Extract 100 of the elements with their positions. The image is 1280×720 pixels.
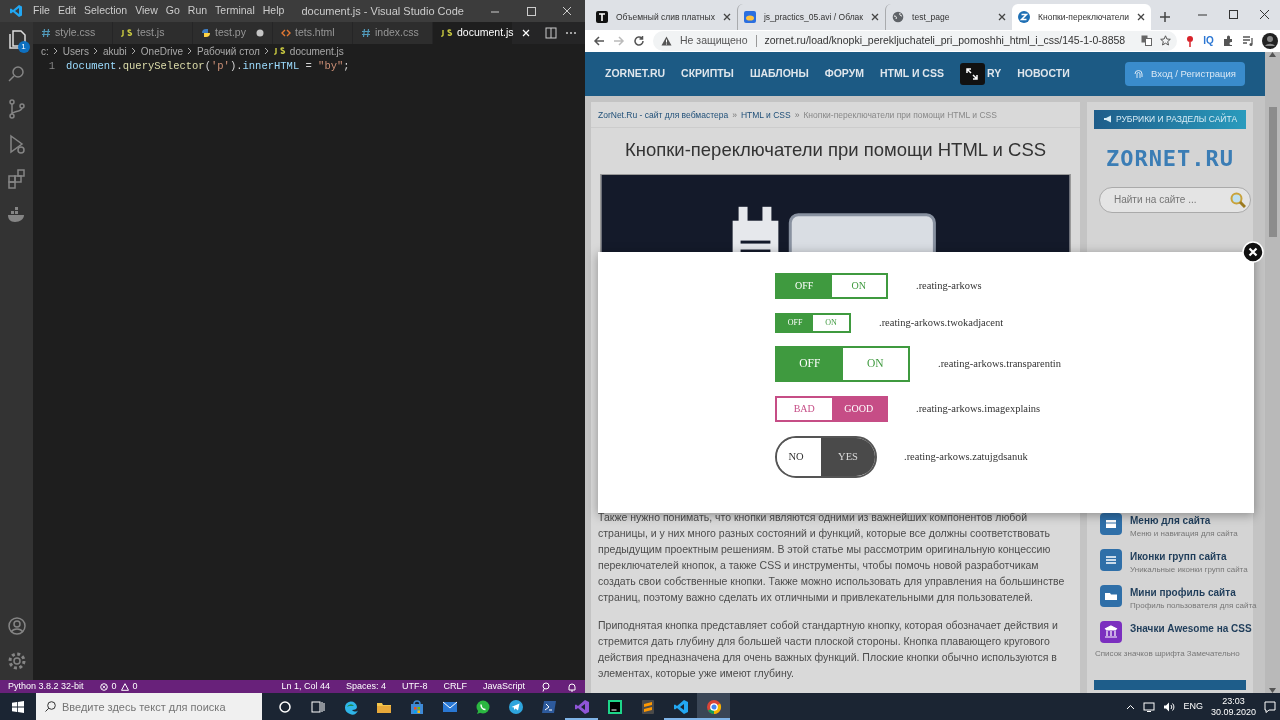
toggle-switch[interactable]: OFF ON [775,312,851,333]
editor-tab[interactable]: index.css [353,22,433,44]
breadcrumb-item[interactable]: akubi [102,43,127,59]
scrollbar-thumb[interactable] [1268,106,1277,237]
language-indicator[interactable]: ENG [1183,699,1203,714]
toggle-switch[interactable]: OFF ON [775,345,910,382]
close-icon[interactable] [1137,13,1145,21]
extensions-icon[interactable] [5,168,28,190]
toggle-switch[interactable]: OFF ON [775,272,888,299]
bell-icon[interactable] [567,681,577,692]
avatar-icon[interactable] [1261,32,1278,49]
nav-link[interactable]: ФОРУМ [824,65,864,82]
sidebar-link[interactable]: Иконки групп сайта [1130,548,1248,564]
toggle-switch[interactable]: BAD GOOD [775,395,888,422]
sidebar-link[interactable]: Мини профиль сайта [1130,584,1257,600]
browser-tab[interactable]: Кнопки-переключатели [1012,4,1151,30]
circle-icon [276,698,293,715]
search-icon[interactable] [1230,191,1246,208]
editor-tab[interactable]: tets.html [273,22,353,44]
chevron-up-icon[interactable] [1126,703,1136,710]
address-bar[interactable]: Не защищено zornet.ru/load/knopki_perekljuchateli_pri_pomoshhi_html_i_css/145-1-0-8858 [653,30,1178,51]
account-icon[interactable] [5,615,28,637]
breadcrumb-item[interactable]: document.js [289,43,344,59]
back-icon[interactable] [593,34,605,47]
site-logo-icon [1018,11,1031,23]
clock[interactable]: 23:03 30.09.2020 [1210,695,1256,718]
status-item[interactable]: Spaces: 4 [345,679,386,693]
nav-link[interactable]: СКРИПТЫ [681,65,734,82]
folder-icon[interactable] [1100,584,1122,607]
error-icon [99,682,108,691]
close-icon[interactable] [871,13,880,21]
reload-icon[interactable] [633,34,645,47]
menu-item[interactable]: Run [183,3,212,19]
close-icon[interactable] [1259,9,1270,20]
megaphone-icon [1102,115,1112,123]
fullscreen-button[interactable] [959,62,985,85]
breadcrumb-item[interactable]: Users [62,43,89,59]
card-icon[interactable] [1100,512,1122,535]
menu-item[interactable]: Terminal [211,3,259,19]
columns-icon[interactable] [1100,620,1122,643]
new-tab-icon[interactable] [1159,11,1171,23]
menu-item[interactable]: Edit [53,3,80,19]
chevron-icon [92,47,99,55]
extension-button[interactable]: IQ [1203,33,1214,49]
problems-status[interactable]: 0 0 [99,679,138,693]
translate-icon[interactable] [1141,35,1153,47]
unsaved-dot-icon [256,29,264,37]
close-icon[interactable] [561,5,573,17]
notification-icon[interactable] [1264,700,1276,713]
sidebar-link[interactable]: Значки Awesome на CSS [1130,620,1252,636]
line-number: 1 [47,59,56,73]
search-field[interactable]: Найти на сайте ... [1099,186,1251,213]
section-header: РУБРИКИ И РАЗДЕЛЫ САЙТА [1094,109,1246,129]
browser-tab[interactable]: Объемный слив платных [590,4,737,30]
feedback-icon[interactable] [541,681,551,692]
star-icon[interactable] [1160,35,1172,47]
breadcrumb-item[interactable]: Рабочий стол [197,43,260,59]
playlist-icon[interactable] [1241,34,1254,47]
status-item[interactable]: Python 3.8.2 32-bit [8,679,84,693]
status-item[interactable]: JavaScript [482,679,525,693]
breadcrumb-item[interactable]: OneDrive [140,43,184,59]
error-count: 0 [111,679,117,693]
menu-item[interactable]: Selection [80,3,132,19]
editor-tab[interactable]: test.js [113,22,193,44]
menu-item[interactable]: View [131,3,162,19]
status-item[interactable]: UTF-8 [401,679,428,693]
menu-item[interactable]: Help [258,3,289,19]
status-item[interactable]: CRLF [443,679,467,693]
pin-icon[interactable] [1185,34,1196,47]
toggle-switch[interactable]: NO YES [775,435,877,478]
maximize-icon[interactable] [1228,9,1239,20]
search-field[interactable]: Введите здесь текст для поиска [36,693,262,720]
split-editor-icon[interactable] [545,27,557,39]
breadcrumb-link[interactable]: ZorNet.Ru - сайт для вебмастера [598,109,729,120]
close-icon[interactable] [998,13,1007,21]
network-icon[interactable] [1143,701,1156,712]
maximize-icon[interactable] [525,5,537,17]
list-icon[interactable] [1100,548,1122,571]
sidebar-link[interactable]: Меню для сайта [1130,512,1238,528]
puzzle-icon[interactable] [1221,34,1234,47]
nav-link[interactable]: RY [986,65,1002,82]
close-icon[interactable] [722,13,731,21]
nav-link[interactable]: ШАБЛОНЫ [749,65,809,82]
taskbar-button[interactable] [697,693,730,720]
editor-tab[interactable]: test.py [193,22,273,44]
scrollbar[interactable] [1265,51,1280,693]
sidebar-caption: Список значков шрифта Замечательно [1095,647,1241,660]
volume-icon[interactable] [1163,701,1176,712]
nav-link[interactable]: HTML И CSS [880,65,944,82]
editor-tab[interactable]: style.css [33,22,113,44]
menu-item[interactable]: Go [161,3,184,19]
breadcrumb-item[interactable]: c: [41,43,49,59]
windows-icon[interactable] [12,700,24,713]
status-item[interactable]: Ln 1, Col 44 [281,679,330,693]
menu-item[interactable]: File [29,3,54,19]
breadcrumb-link[interactable]: HTML и CSS [740,109,791,120]
ribbon-icon [573,698,590,715]
nav-link[interactable]: ZORNET.RU [605,65,666,82]
class-label: .reating-arkows.zatujgdsanuk [904,450,1028,464]
nav-link[interactable]: НОВОСТИ [1017,65,1070,82]
